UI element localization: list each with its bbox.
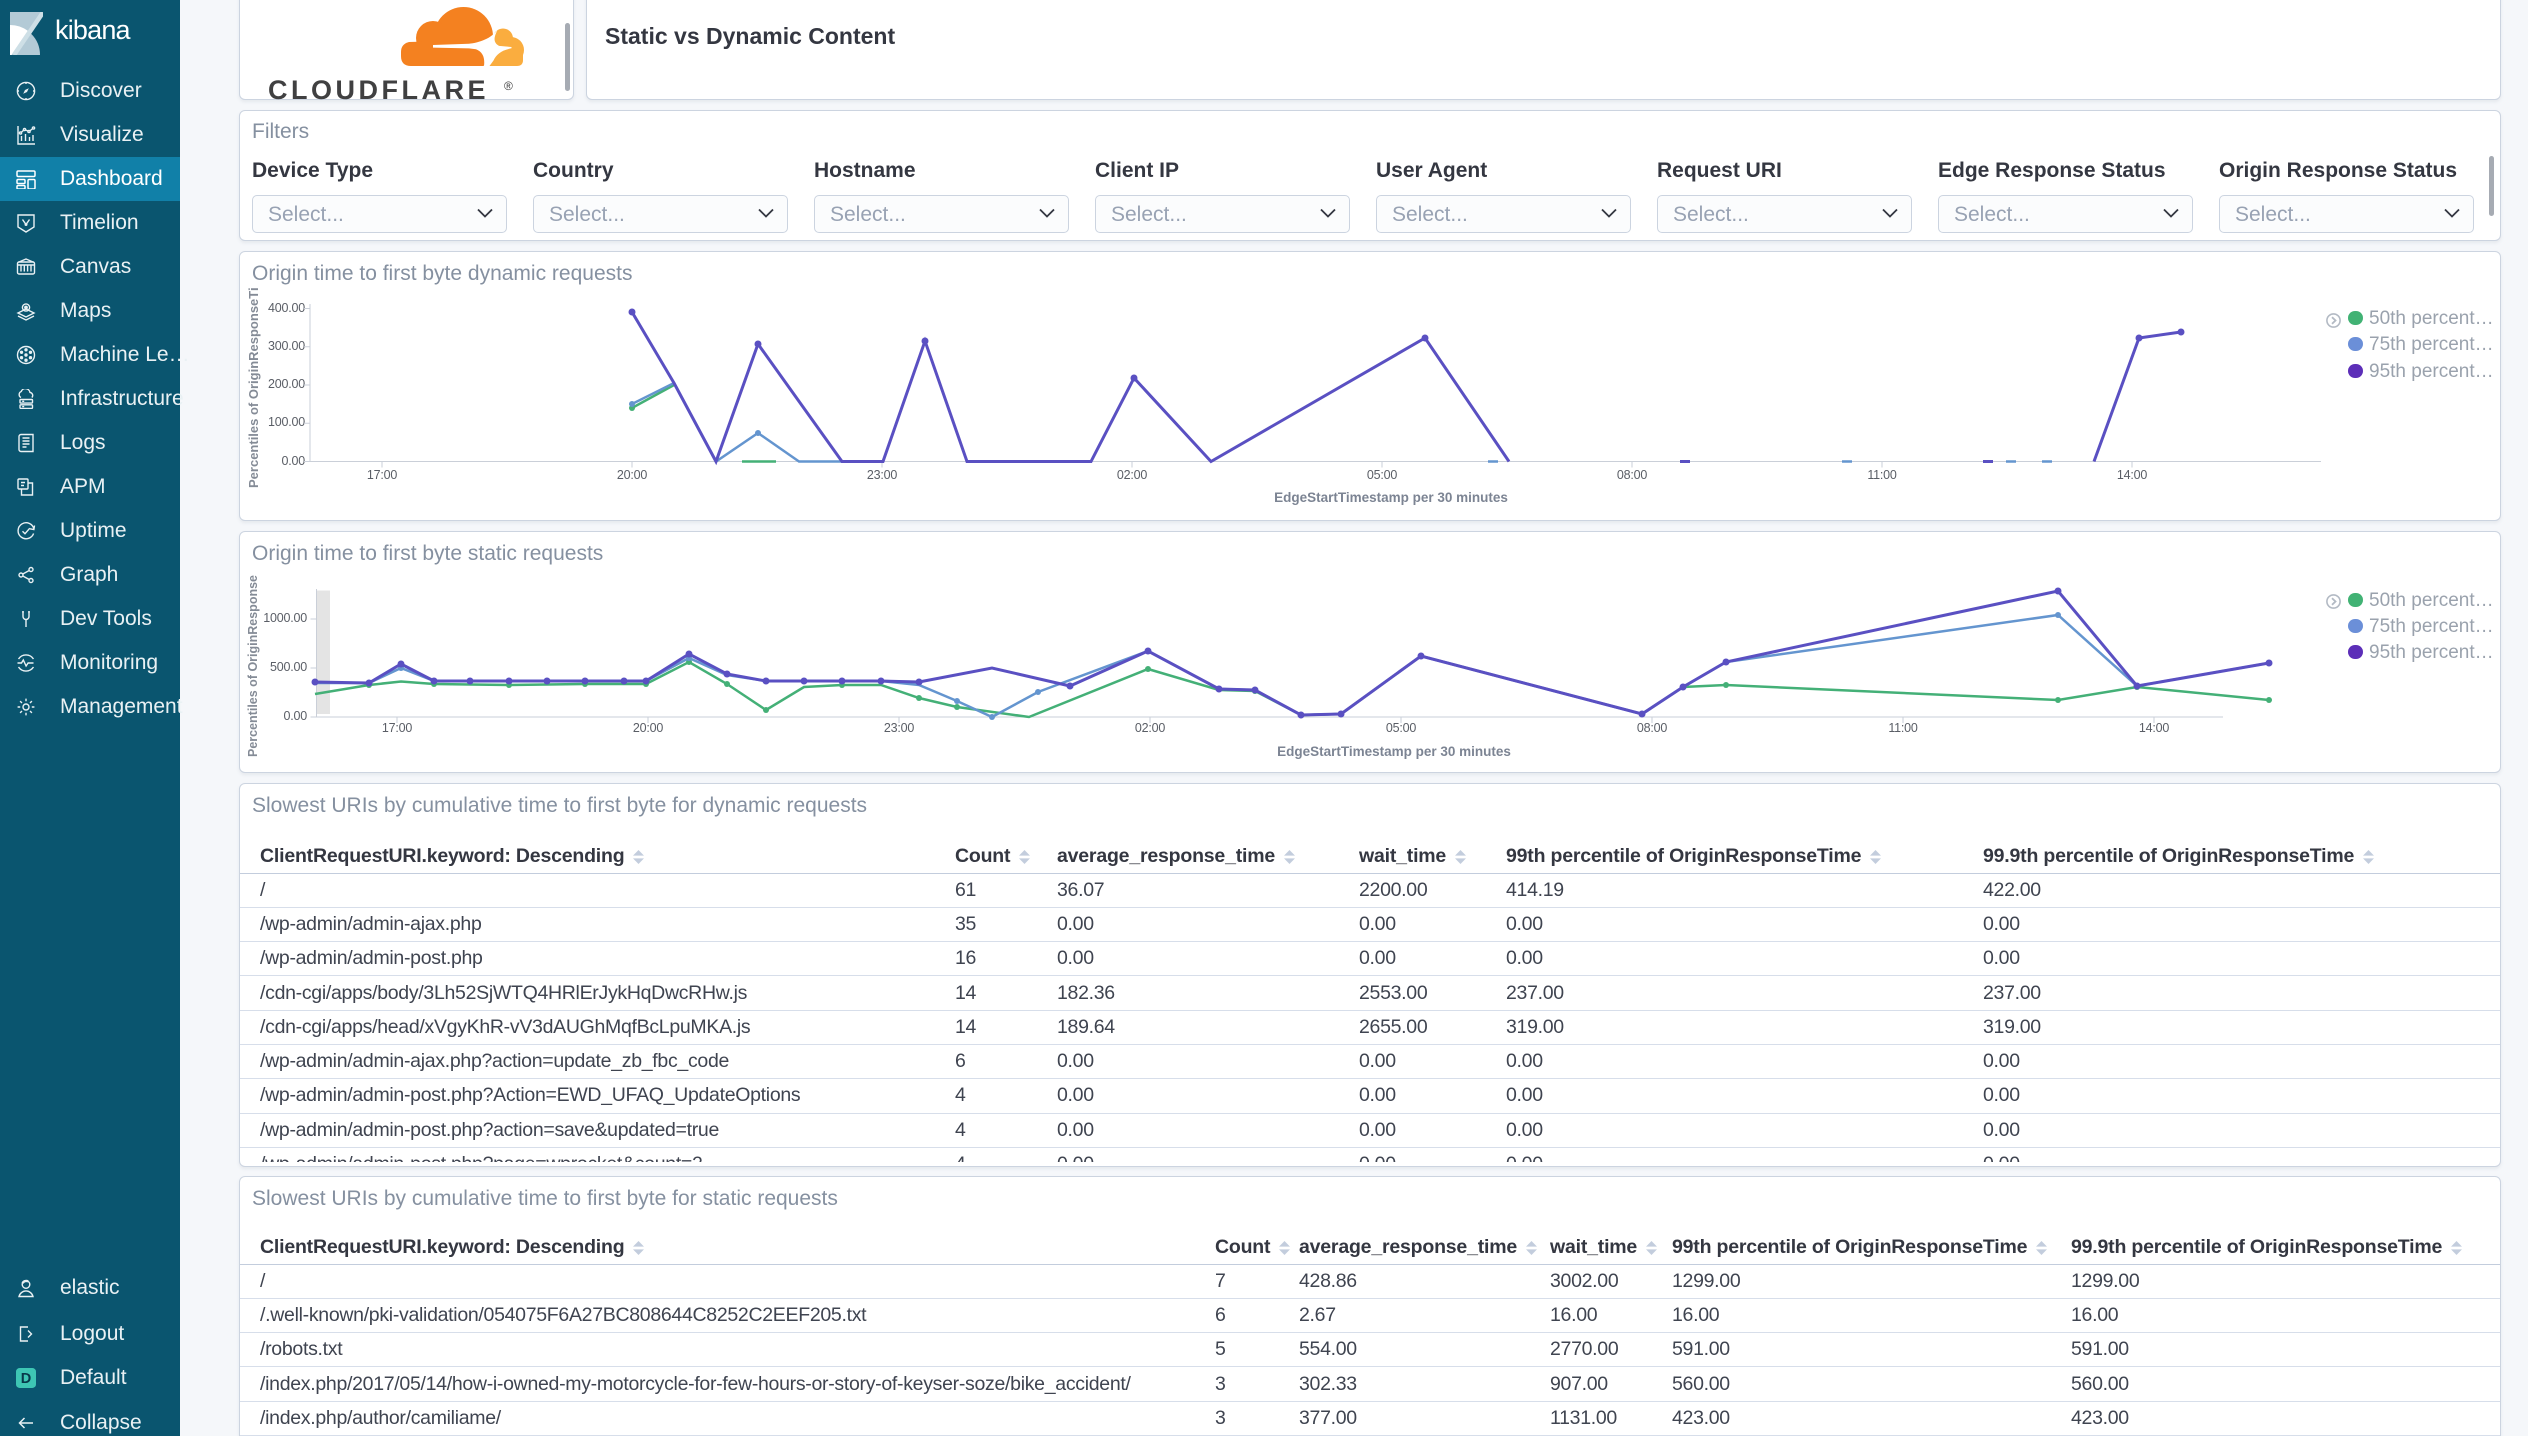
svg-text:D: D — [21, 1371, 32, 1387]
